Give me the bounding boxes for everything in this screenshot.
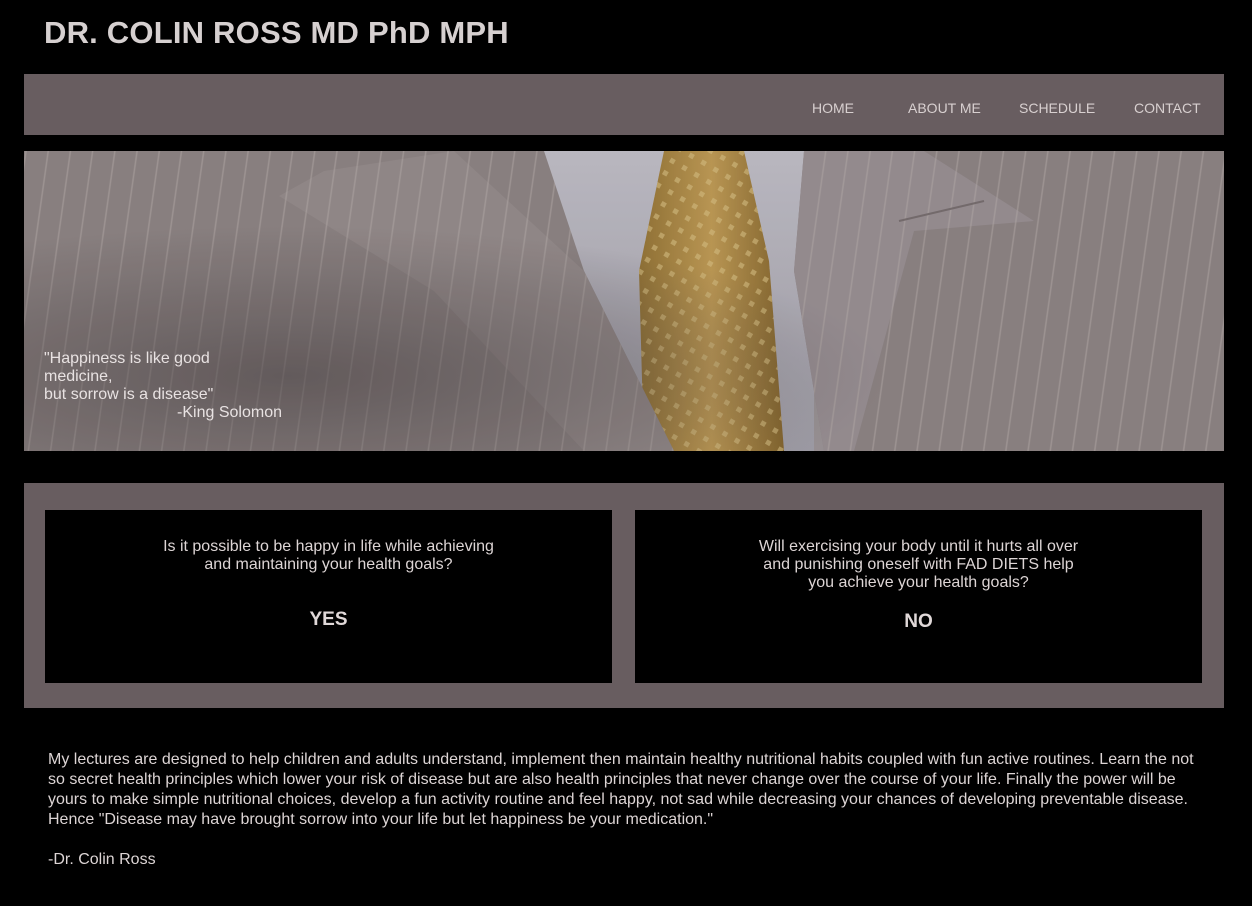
main-navigation: HOME ABOUT ME SCHEDULE CONTACT [24, 74, 1224, 135]
nav-schedule-link[interactable]: SCHEDULE [1019, 100, 1095, 116]
bio-signature: -Dr. Colin Ross [48, 851, 156, 868]
nav-contact-link[interactable]: CONTACT [1134, 100, 1201, 116]
question-card-happy[interactable]: Is it possible to be happy in life while… [45, 510, 612, 683]
question-text: Will exercising your body until it hurts… [758, 538, 1079, 591]
hero-quote: "Happiness is like good medicine, but so… [44, 350, 282, 422]
question-text: Is it possible to be happy in life while… [163, 538, 494, 573]
question-card-fad-diets[interactable]: Will exercising your body until it hurts… [635, 510, 1202, 683]
quote-line-2: but sorrow is a disease" [44, 386, 214, 403]
bio-section: My lectures are designed to help childre… [48, 750, 1208, 870]
answer-no: NO [904, 611, 933, 632]
quote-author: -King Solomon [177, 404, 282, 421]
quote-line-1: "Happiness is like good medicine, [44, 350, 210, 385]
questions-panel: Is it possible to be happy in life while… [24, 483, 1224, 708]
bio-paragraph: My lectures are designed to help childre… [48, 751, 1194, 828]
nav-home-link[interactable]: HOME [812, 100, 854, 116]
answer-yes: YES [309, 609, 348, 630]
nav-about-link[interactable]: ABOUT ME [908, 100, 981, 116]
hero-banner: "Happiness is like good medicine, but so… [24, 151, 1224, 451]
site-title: DR. COLIN ROSS MD PhD MPH [44, 15, 509, 50]
